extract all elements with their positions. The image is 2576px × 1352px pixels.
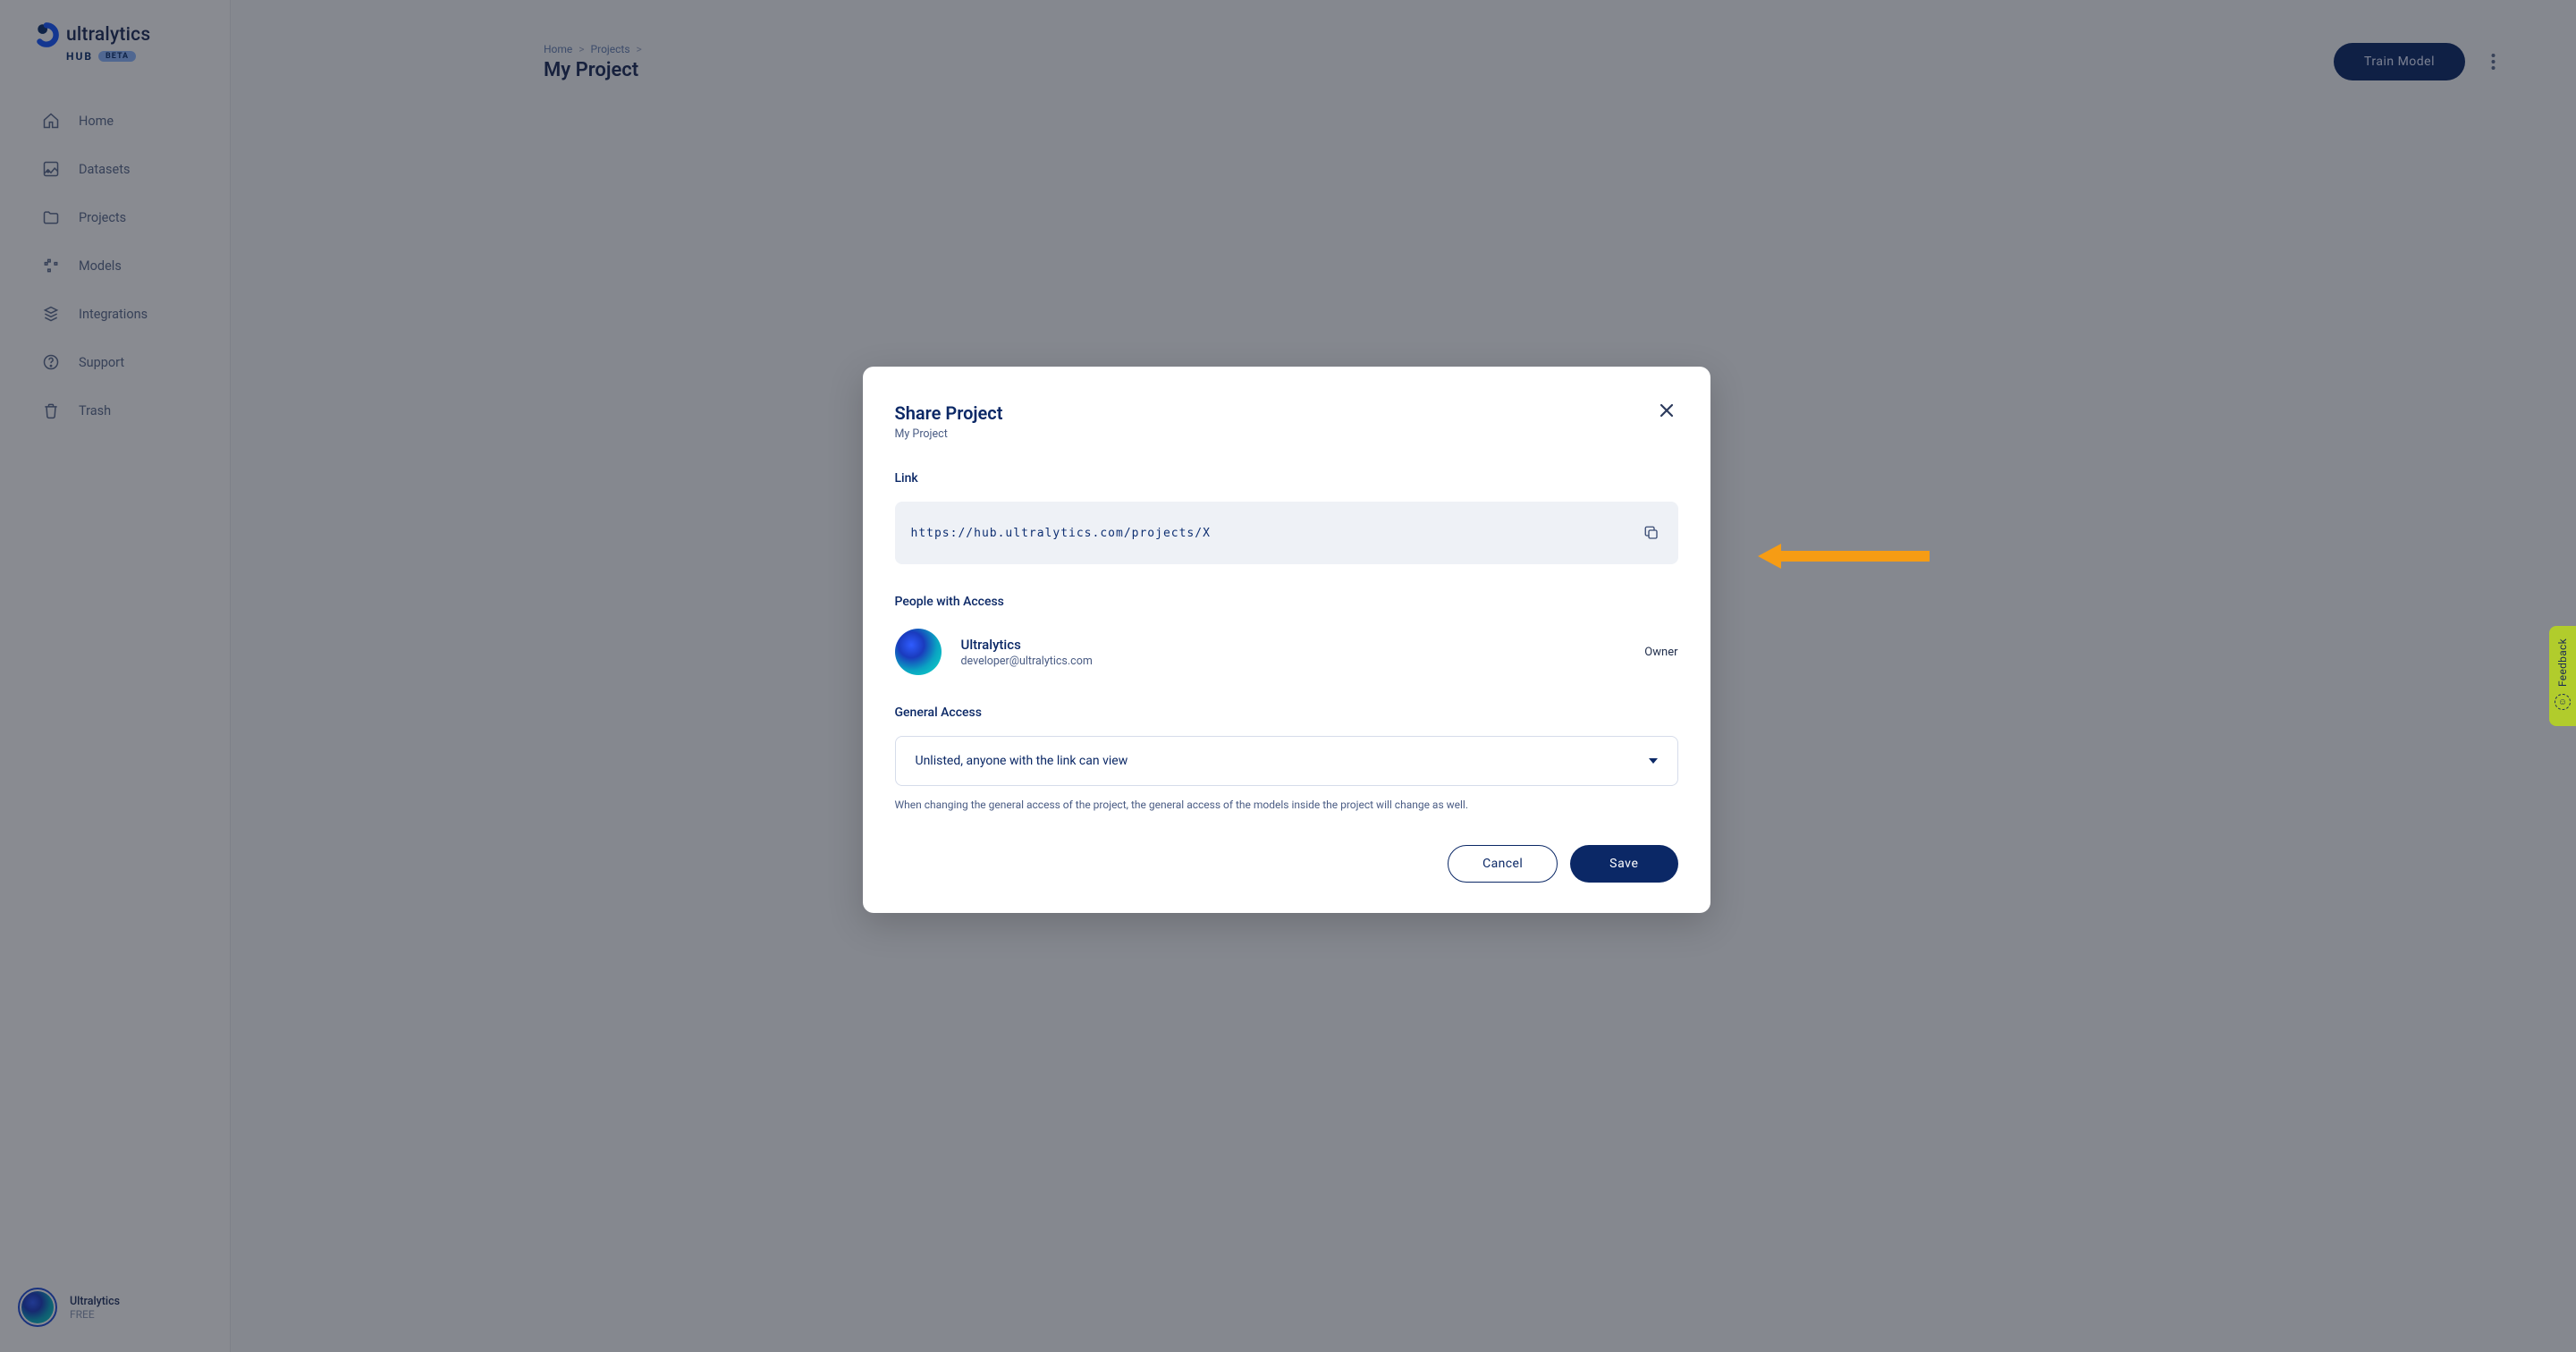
feedback-tab[interactable]: Feedback ☺ (2549, 626, 2576, 726)
people-section-label: People with Access (895, 595, 1678, 609)
feedback-icon: ☺ (2555, 694, 2571, 710)
copy-icon (1643, 525, 1660, 541)
modal-actions: Cancel Save (895, 845, 1678, 883)
link-box: https://hub.ultralytics.com/projects/X (895, 502, 1678, 564)
people-left: Ultralytics developer@ultralytics.com (895, 629, 1093, 675)
close-icon (1659, 402, 1675, 418)
general-access-value: Unlisted, anyone with the link can view (916, 754, 1128, 768)
app-root: ultralytics HUB BETA Home Datasets (0, 0, 2576, 1352)
cancel-button[interactable]: Cancel (1448, 845, 1558, 883)
close-button[interactable] (1653, 397, 1680, 424)
person-email: developer@ultralytics.com (961, 655, 1093, 668)
save-button[interactable]: Save (1570, 845, 1677, 883)
person-name: Ultralytics (961, 637, 1093, 653)
copy-link-button[interactable] (1641, 522, 1662, 544)
person-info: Ultralytics developer@ultralytics.com (961, 637, 1093, 668)
share-project-modal: Share Project My Project Link https://hu… (863, 367, 1710, 913)
share-link-text[interactable]: https://hub.ultralytics.com/projects/X (911, 527, 1641, 540)
person-role: Owner (1644, 646, 1677, 659)
feedback-label: Feedback (2556, 638, 2569, 687)
people-row: Ultralytics developer@ultralytics.com Ow… (895, 629, 1678, 675)
general-access-select[interactable]: Unlisted, anyone with the link can view (895, 736, 1678, 786)
link-section-label: Link (895, 471, 1678, 486)
modal-subtitle: My Project (895, 427, 1678, 441)
person-avatar (895, 629, 942, 675)
general-access-help: When changing the general access of the … (895, 797, 1678, 813)
modal-title: Share Project (895, 402, 1678, 424)
modal-overlay[interactable]: Share Project My Project Link https://hu… (0, 0, 2576, 1352)
chevron-down-icon (1649, 758, 1658, 764)
general-access-label: General Access (895, 706, 1678, 720)
